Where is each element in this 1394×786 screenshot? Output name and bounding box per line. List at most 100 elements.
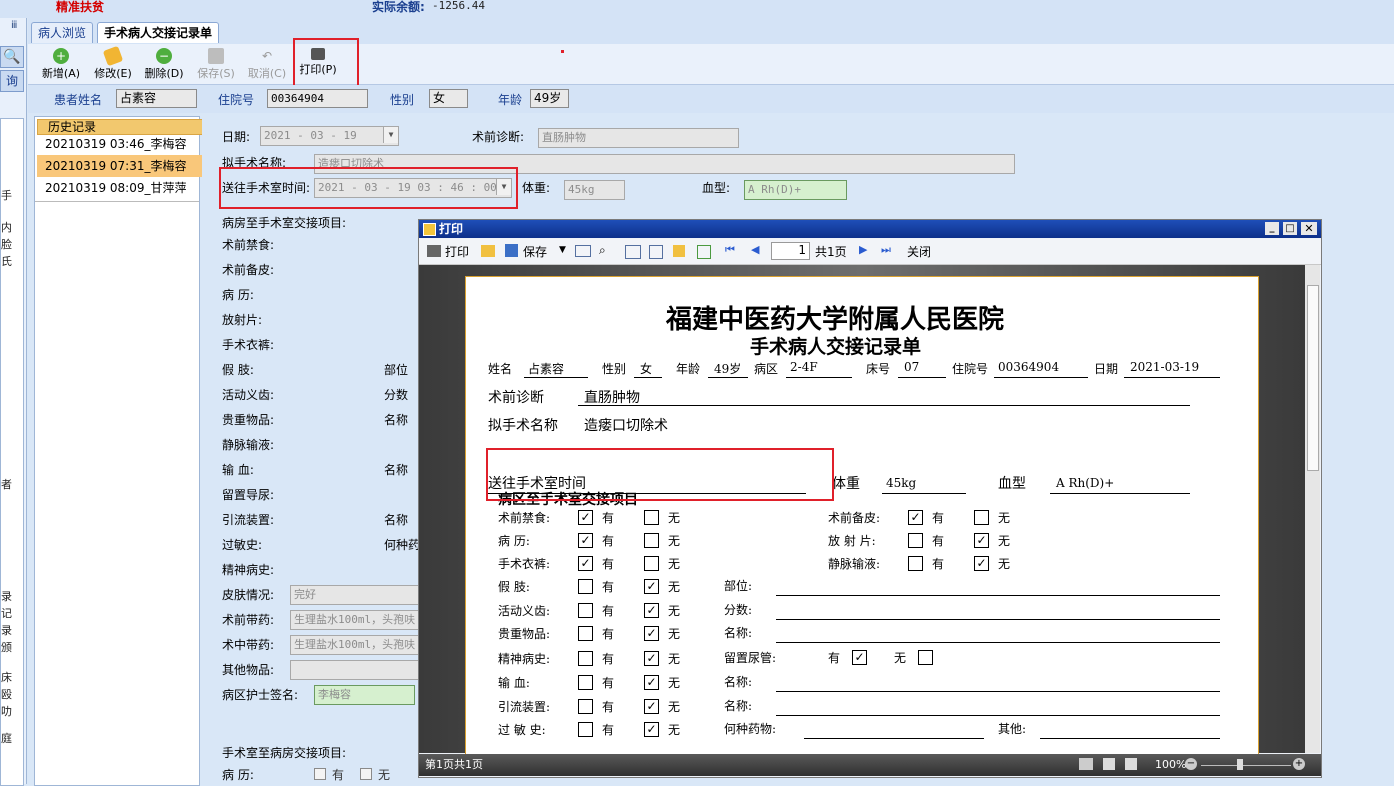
doc-no-checkbox: ✓ <box>974 556 989 571</box>
drug-kind-label: 何种药 <box>384 538 421 552</box>
multi-page-icon[interactable] <box>1125 758 1137 770</box>
preview-scrollbar[interactable] <box>1305 265 1320 753</box>
or-record-label: 病 历: <box>222 768 254 782</box>
doc-item-label: 精神病史: <box>498 652 551 666</box>
weight-field[interactable]: 45kg <box>564 180 625 200</box>
item-label: 留置导尿: <box>222 488 275 502</box>
save-icon <box>208 48 224 64</box>
pre-diag-field[interactable]: 直肠肿物 <box>538 128 739 148</box>
left-list-char: 录 <box>1 624 12 637</box>
doc-no-checkbox: ✓ <box>644 675 659 690</box>
mail-icon[interactable] <box>575 245 591 257</box>
left-list-char: 录 <box>1 590 12 603</box>
doc-item-label: 输 血: <box>498 676 530 690</box>
doc-item-label: 活动义齿: <box>498 604 551 618</box>
view-icon[interactable] <box>697 245 711 259</box>
pin-icon[interactable]: ⅲ <box>11 20 17 31</box>
doc-underline <box>776 715 1220 716</box>
history-item[interactable]: 20210319 03:46_李梅容 <box>37 133 211 155</box>
tab-handover-record[interactable]: 手术病人交接记录单 <box>97 22 220 43</box>
doc-no-checkbox: ✓ <box>644 651 659 666</box>
blood-field[interactable]: A Rh(D)+ <box>744 180 847 200</box>
or-record-no-checkbox[interactable] <box>360 768 372 780</box>
skin-field[interactable]: 完好 <box>290 585 419 605</box>
prev-page-icon[interactable]: ◀ <box>751 243 759 256</box>
or-record-yes-checkbox[interactable] <box>314 768 326 780</box>
item-label: 过敏史: <box>222 538 263 552</box>
dialog-print-button[interactable]: 打印 <box>445 243 469 260</box>
layout-icon[interactable] <box>625 245 641 259</box>
minimize-icon[interactable]: _ <box>1265 222 1279 235</box>
dialog-close-button[interactable]: 关闭 <box>907 243 931 260</box>
find-icon[interactable]: ⌕ <box>599 243 606 258</box>
edit-label: 修改(E) <box>94 67 132 80</box>
doc-underline <box>1040 738 1220 739</box>
date-value: 2021 - 03 - 19 <box>264 129 357 142</box>
doc-yes-label: 有 <box>602 580 615 594</box>
dialog-save-button[interactable]: 保存 <box>523 243 547 260</box>
doc-no-checkbox: ✓ <box>974 533 989 548</box>
doc-no-checkbox: ✓ <box>644 626 659 641</box>
other-items-field[interactable] <box>290 660 419 680</box>
balance-value: -1256.44 <box>432 0 485 12</box>
chevron-down-icon[interactable]: ▼ <box>559 245 566 255</box>
tab-patient-browse[interactable]: 病人浏览 <box>31 22 94 43</box>
doc-underline <box>776 691 1220 692</box>
item-label: 放射片: <box>222 313 263 327</box>
left-list-char: 床 <box>1 671 12 684</box>
doc-no-checkbox <box>644 556 659 571</box>
date-field[interactable]: 2021 - 03 - 19 ▼ <box>260 126 399 146</box>
doc-name-label: 姓名 <box>488 362 513 376</box>
intraop-drug-field[interactable]: 生理盐水100ml，头孢呋 <box>290 635 419 655</box>
scrollbar-thumb[interactable] <box>1307 285 1319 471</box>
zoom-level: 100% <box>1155 758 1187 771</box>
preop-drug-field[interactable]: 生理盐水100ml，头孢呋 <box>290 610 419 630</box>
part-label: 部位 <box>384 363 409 377</box>
zoom-out-icon[interactable]: − <box>1185 758 1197 770</box>
nurse-sign-label: 病区护士签名: <box>222 688 299 702</box>
close-icon[interactable]: ✕ <box>1301 222 1317 235</box>
history-item-selected[interactable]: 20210319 07:31_李梅容 <box>37 155 211 177</box>
save-button[interactable]: 保存(S) <box>191 48 241 81</box>
add-button[interactable]: + 新增(A) <box>36 48 86 81</box>
delete-button[interactable]: − 删除(D) <box>139 48 189 81</box>
doc-diag-label: 术前诊断 <box>488 390 544 406</box>
doc-underline <box>882 493 966 494</box>
zoom-in-icon[interactable]: + <box>1293 758 1305 770</box>
doc-yes-label: 有 <box>602 723 615 737</box>
name-label: 名称 <box>384 513 409 527</box>
tab-bar: 病人浏览 手术病人交接记录单 <box>28 18 1394 45</box>
last-page-icon[interactable]: ⏭ <box>881 243 891 257</box>
left-list-char: 颁 <box>1 641 12 654</box>
folder-icon[interactable] <box>481 245 495 257</box>
next-page-icon[interactable]: ▶ <box>859 243 867 256</box>
page-setup-icon[interactable] <box>649 245 663 259</box>
save-icon[interactable] <box>505 244 518 257</box>
left-list-char: 殴 <box>1 688 12 701</box>
maximize-icon[interactable]: □ <box>1283 222 1297 235</box>
edit-icon[interactable] <box>673 245 685 257</box>
first-page-icon[interactable]: ⏮ <box>725 243 735 257</box>
page-total: 共1页 <box>815 245 847 259</box>
view-mode-icon[interactable] <box>1079 758 1093 770</box>
nurse-sign-field[interactable]: 李梅容 <box>314 685 415 705</box>
search-icon[interactable]: 🔍 <box>0 46 24 68</box>
section-or-to-ward: 手术室至病房交接项目: <box>222 746 347 760</box>
query-button[interactable]: 询 <box>0 70 24 92</box>
cancel-button[interactable]: ↶ 取消(C) <box>242 48 292 81</box>
doc-yes-checkbox <box>578 626 593 641</box>
item-label: 引流装置: <box>222 513 275 527</box>
doc-catheter-no-checkbox <box>918 650 933 665</box>
single-page-icon[interactable] <box>1103 758 1115 770</box>
zoom-slider[interactable] <box>1201 765 1291 766</box>
chevron-down-icon[interactable]: ▼ <box>383 127 398 143</box>
zoom-slider-thumb[interactable] <box>1237 759 1243 770</box>
page-number-input[interactable]: 1 <box>771 242 810 260</box>
printer-icon[interactable] <box>427 245 441 257</box>
doc-item-label: 放 射 片: <box>828 534 876 548</box>
history-item[interactable]: 20210319 08:09_甘萍萍 <box>37 177 211 199</box>
doc-bed-value: 07 <box>904 360 920 374</box>
doc-item-label: 贵重物品: <box>498 627 551 641</box>
edit-button[interactable]: 修改(E) <box>88 45 138 81</box>
dialog-statusbar: 第1页共1页 100% − + <box>419 754 1321 776</box>
